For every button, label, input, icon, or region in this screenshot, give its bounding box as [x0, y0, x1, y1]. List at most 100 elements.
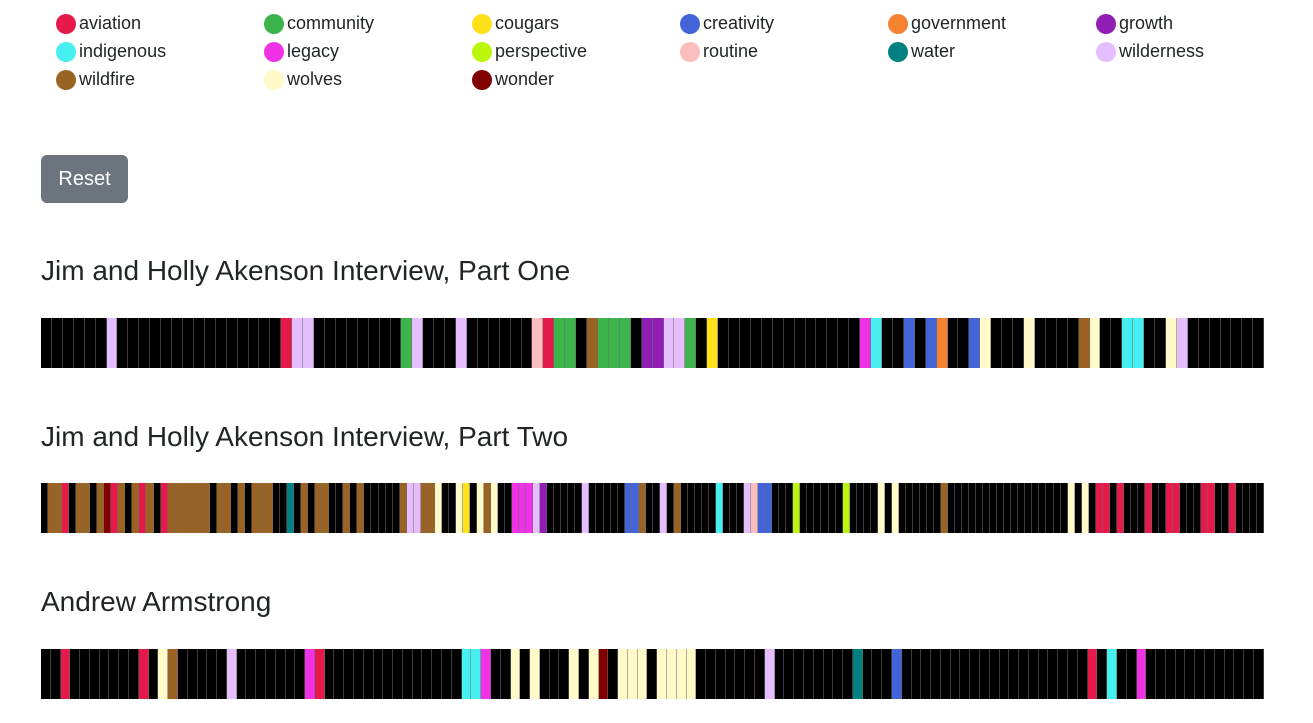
segment-wilderness[interactable]	[106, 318, 118, 368]
segment-untagged[interactable]	[803, 649, 814, 699]
legend-item-community[interactable]: community	[264, 12, 472, 35]
segment-untagged[interactable]	[821, 483, 829, 533]
segment-untagged[interactable]	[652, 483, 660, 533]
segment-wolves[interactable]	[455, 483, 463, 533]
segment-untagged[interactable]	[970, 649, 980, 699]
segment-untagged[interactable]	[772, 318, 784, 368]
segment-untagged[interactable]	[1187, 483, 1195, 533]
segment-untagged[interactable]	[445, 318, 457, 368]
segment-untagged[interactable]	[1053, 483, 1061, 533]
segment-untagged[interactable]	[95, 318, 107, 368]
segment-creativity[interactable]	[631, 483, 639, 533]
segment-wolves[interactable]	[510, 649, 521, 699]
segment-untagged[interactable]	[62, 318, 74, 368]
segment-creativity[interactable]	[925, 318, 937, 368]
legend-item-wilderness[interactable]: wilderness	[1096, 40, 1304, 63]
segment-untagged[interactable]	[1045, 318, 1057, 368]
segment-wolves[interactable]	[476, 483, 484, 533]
segment-wildfire[interactable]	[55, 483, 63, 533]
segment-wildfire[interactable]	[251, 483, 259, 533]
segment-untagged[interactable]	[1155, 318, 1166, 368]
segment-untagged[interactable]	[794, 649, 804, 699]
segment-untagged[interactable]	[969, 483, 977, 533]
segment-untagged[interactable]	[828, 483, 836, 533]
segment-indigenous[interactable]	[1122, 318, 1134, 368]
segment-untagged[interactable]	[248, 318, 260, 368]
segment-untagged[interactable]	[41, 318, 52, 368]
segment-untagged[interactable]	[1158, 483, 1166, 533]
segment-untagged[interactable]	[991, 318, 1003, 368]
segment-untagged[interactable]	[294, 483, 302, 533]
segment-untagged[interactable]	[385, 483, 393, 533]
segment-untagged[interactable]	[187, 649, 198, 699]
segment-wildfire[interactable]	[188, 483, 196, 533]
segment-water[interactable]	[287, 483, 295, 533]
legend-item-growth[interactable]: growth	[1096, 12, 1304, 35]
segment-untagged[interactable]	[905, 483, 913, 533]
segment-untagged[interactable]	[505, 483, 513, 533]
segment-untagged[interactable]	[197, 649, 208, 699]
segment-untagged[interactable]	[125, 483, 133, 533]
segment-untagged[interactable]	[207, 649, 218, 699]
segment-untagged[interactable]	[955, 483, 963, 533]
segment-untagged[interactable]	[596, 483, 604, 533]
segment-untagged[interactable]	[153, 483, 161, 533]
segment-untagged[interactable]	[295, 649, 306, 699]
segment-untagged[interactable]	[539, 649, 550, 699]
segment-wilderness[interactable]	[412, 318, 424, 368]
segment-untagged[interactable]	[680, 483, 688, 533]
segment-untagged[interactable]	[1074, 483, 1082, 533]
segment-untagged[interactable]	[1243, 483, 1251, 533]
segment-wolves[interactable]	[491, 483, 499, 533]
segment-untagged[interactable]	[576, 318, 588, 368]
segment-wilderness[interactable]	[303, 318, 315, 368]
segment-wolves[interactable]	[1165, 318, 1177, 368]
segment-untagged[interactable]	[912, 483, 920, 533]
legend-item-cougars[interactable]: cougars	[472, 12, 680, 35]
segment-untagged[interactable]	[1002, 318, 1014, 368]
segment-wildfire[interactable]	[195, 483, 203, 533]
segment-untagged[interactable]	[1028, 649, 1039, 699]
segment-indigenous[interactable]	[1133, 318, 1145, 368]
segment-untagged[interactable]	[1046, 483, 1054, 533]
segment-untagged[interactable]	[813, 649, 824, 699]
segment-untagged[interactable]	[1111, 318, 1123, 368]
segment-untagged[interactable]	[1146, 649, 1157, 699]
segment-untagged[interactable]	[958, 318, 970, 368]
segment-wolves[interactable]	[686, 649, 697, 699]
segment-community[interactable]	[598, 318, 609, 368]
segment-untagged[interactable]	[568, 483, 576, 533]
segment-untagged[interactable]	[696, 318, 708, 368]
segment-untagged[interactable]	[275, 649, 286, 699]
segment-untagged[interactable]	[814, 483, 822, 533]
segment-untagged[interactable]	[193, 318, 205, 368]
segment-wildfire[interactable]	[673, 483, 681, 533]
segment-untagged[interactable]	[1034, 318, 1046, 368]
segment-aviation[interactable]	[1116, 483, 1124, 533]
segment-untagged[interactable]	[329, 483, 337, 533]
segment-legacy[interactable]	[512, 483, 520, 533]
segment-untagged[interactable]	[148, 649, 159, 699]
segment-aviation[interactable]	[1173, 483, 1181, 533]
segment-wildfire[interactable]	[399, 483, 407, 533]
segment-aviation[interactable]	[138, 649, 149, 699]
segment-aviation[interactable]	[543, 318, 555, 368]
topic-timeline-1[interactable]	[41, 318, 1265, 368]
segment-untagged[interactable]	[1215, 483, 1223, 533]
segment-untagged[interactable]	[1018, 483, 1026, 533]
segment-untagged[interactable]	[1025, 483, 1033, 533]
segment-water[interactable]	[852, 649, 863, 699]
segment-untagged[interactable]	[589, 483, 597, 533]
segment-wilderness[interactable]	[292, 318, 304, 368]
segment-wilderness[interactable]	[674, 318, 686, 368]
segment-wilderness[interactable]	[582, 483, 590, 533]
segment-untagged[interactable]	[1222, 483, 1230, 533]
segment-untagged[interactable]	[434, 318, 446, 368]
segment-untagged[interactable]	[805, 318, 817, 368]
segment-untagged[interactable]	[980, 649, 990, 699]
segment-untagged[interactable]	[1175, 649, 1186, 699]
segment-untagged[interactable]	[737, 483, 745, 533]
segment-untagged[interactable]	[696, 649, 707, 699]
segment-untagged[interactable]	[999, 649, 1010, 699]
segment-untagged[interactable]	[1151, 483, 1159, 533]
